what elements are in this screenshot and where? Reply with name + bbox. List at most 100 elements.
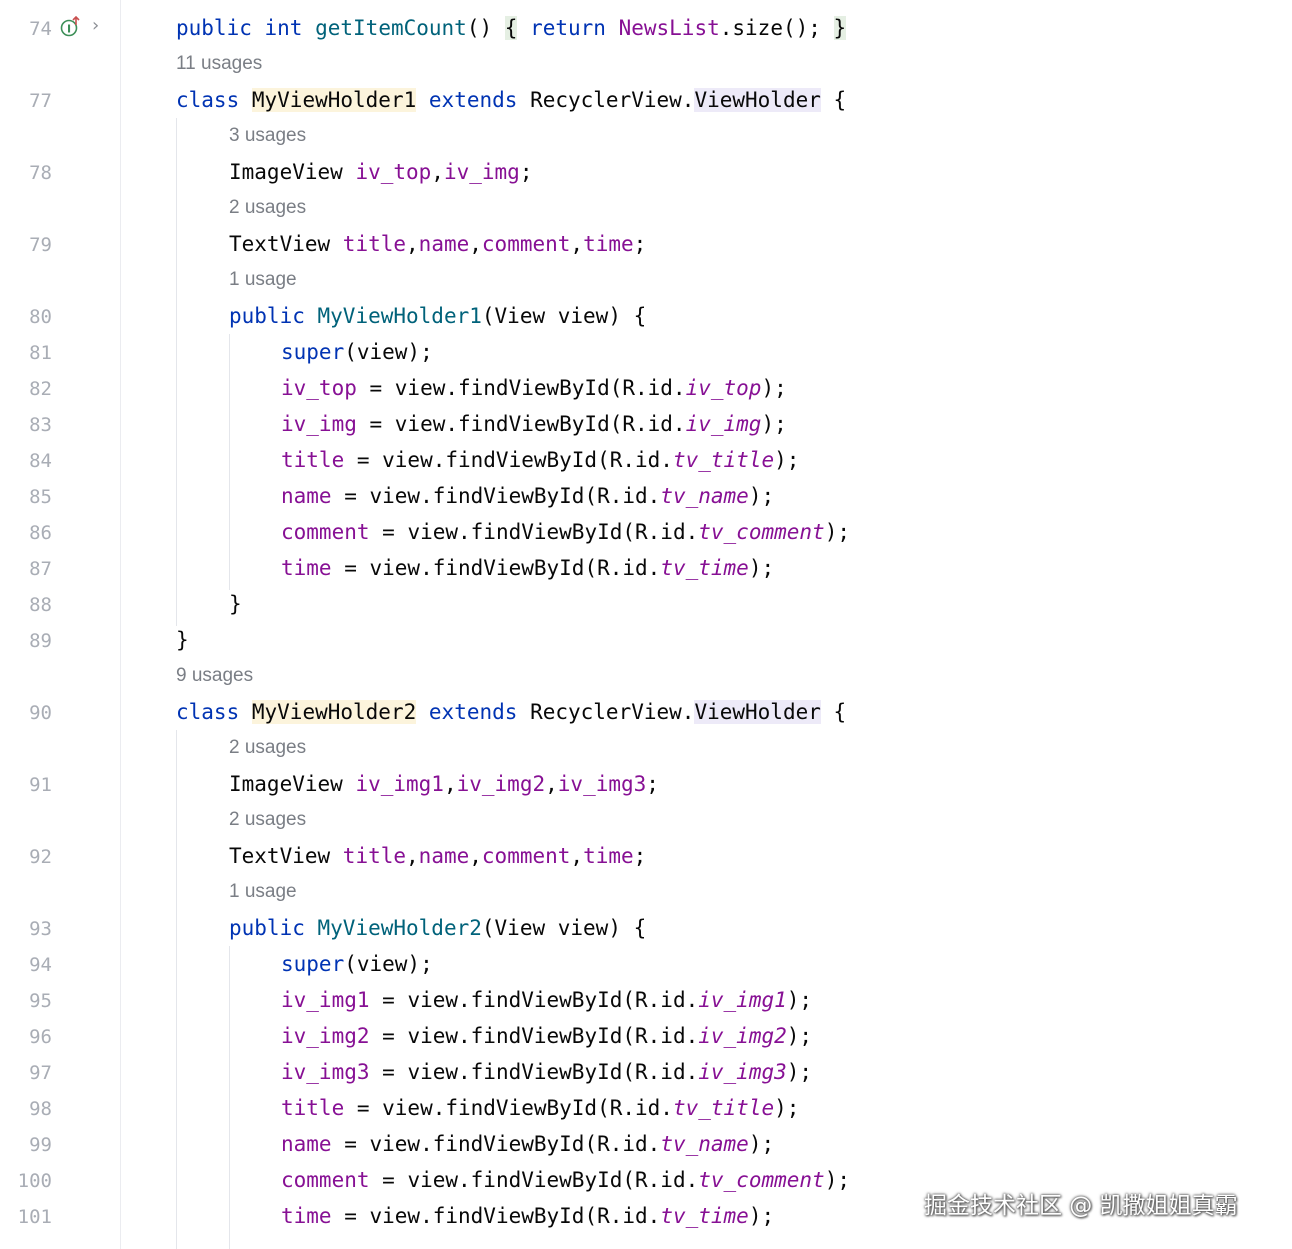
code-line-91[interactable]: ImageView iv_img1,iv_img2,iv_img3;	[229, 766, 659, 802]
usages-hint[interactable]: 2 usages	[229, 190, 306, 226]
field-ref: title	[342, 232, 407, 256]
code-line-84[interactable]: title = view.findViewById(R.id.tv_title)…	[281, 442, 799, 478]
field-ref: time	[583, 232, 634, 256]
keyword: public	[229, 916, 305, 940]
line-number: 84	[29, 450, 52, 472]
field-ref: name	[418, 844, 470, 868]
code-line-93[interactable]: public MyViewHolder2(View view) {	[229, 910, 646, 946]
keyword: int	[264, 16, 303, 40]
usages-hint[interactable]: 11 usages	[176, 46, 262, 82]
code-text: = view.findViewById(R.id.	[344, 448, 673, 472]
code-text: ,	[406, 232, 419, 256]
indent-guide	[176, 118, 177, 626]
code-line-81[interactable]: super(view);	[281, 334, 433, 370]
field-ref: iv_top	[281, 376, 357, 400]
line-number: 83	[29, 414, 52, 436]
code-line-101[interactable]: time = view.findViewById(R.id.tv_time);	[281, 1198, 774, 1234]
line-number: 90	[29, 702, 52, 724]
code-line-97[interactable]: iv_img3 = view.findViewById(R.id.iv_img3…	[281, 1054, 812, 1090]
keyword: class	[176, 88, 240, 112]
code-text: = view.findViewById(R.id.	[331, 484, 661, 508]
code-line-87[interactable]: time = view.findViewById(R.id.tv_time);	[281, 550, 774, 586]
resource-id: tv_time	[660, 1204, 749, 1228]
line-number: 78	[29, 162, 52, 184]
usages-hint[interactable]: 1 usage	[229, 874, 297, 910]
code-text: = view.findViewById(R.id.	[331, 556, 661, 580]
fold-brace[interactable]: {	[504, 16, 518, 40]
field-ref: title	[281, 1096, 345, 1120]
line-number-gutter[interactable]: 74 I › 77 78 79 80 81 82 83 84 85 86 87 …	[0, 0, 121, 1249]
implementation-icon[interactable]: I	[60, 15, 80, 37]
line-number: 91	[29, 774, 52, 796]
code-line-89[interactable]: }	[176, 622, 189, 658]
resource-id: tv_title	[672, 448, 775, 472]
code-text: ,	[570, 844, 584, 868]
code-text: (view);	[344, 952, 433, 976]
line-number: 94	[29, 954, 52, 976]
code-text: = view.findViewById(R.id.	[344, 1096, 673, 1120]
field-ref: name	[281, 1132, 332, 1156]
code-text: (View view) {	[481, 304, 647, 328]
resource-id: iv_top	[685, 376, 762, 400]
line-number: 85	[29, 486, 52, 508]
usages-hint[interactable]: 9 usages	[176, 658, 253, 694]
code-text: ,	[545, 772, 558, 796]
field-ref: iv_img2	[281, 1024, 370, 1048]
code-text: {	[833, 88, 847, 112]
field-ref: name	[418, 232, 470, 256]
resource-id: iv_img	[685, 412, 762, 436]
usages-hint[interactable]: 2 usages	[229, 802, 306, 838]
code-line-90[interactable]: class MyViewHolder2 extends RecyclerView…	[176, 694, 846, 730]
field-ref: title	[281, 448, 345, 472]
code-line-77[interactable]: class MyViewHolder1 extends RecyclerView…	[176, 82, 846, 118]
code-line-83[interactable]: iv_img = view.findViewById(R.id.iv_img);	[281, 406, 787, 442]
usages-hint[interactable]: 3 usages	[229, 118, 306, 154]
class-name: MyViewHolder1	[251, 88, 417, 112]
code-line-79[interactable]: TextView title,name,comment,time;	[229, 226, 646, 262]
code-line-96[interactable]: iv_img2 = view.findViewById(R.id.iv_img2…	[281, 1018, 812, 1054]
indent-guide	[229, 334, 230, 590]
code-line-99[interactable]: name = view.findViewById(R.id.tv_name);	[281, 1126, 774, 1162]
keyword: super	[281, 340, 345, 364]
code-text: );	[824, 1168, 850, 1192]
code-line-86[interactable]: comment = view.findViewById(R.id.tv_comm…	[281, 514, 850, 550]
code-line-95[interactable]: iv_img1 = view.findViewById(R.id.iv_img1…	[281, 982, 812, 1018]
code-line-98[interactable]: title = view.findViewById(R.id.tv_title)…	[281, 1090, 799, 1126]
line-number: 97	[29, 1062, 52, 1084]
code-line-85[interactable]: name = view.findViewById(R.id.tv_name);	[281, 478, 774, 514]
code-text: {	[833, 700, 847, 724]
usages-hint[interactable]: 1 usage	[229, 262, 297, 298]
method-name: getItemCount	[315, 16, 467, 40]
code-text: ,	[406, 844, 419, 868]
field-ref: iv_img1	[281, 988, 370, 1012]
code-text: );	[786, 1060, 813, 1084]
usages-hint[interactable]: 2 usages	[229, 730, 306, 766]
code-text: );	[774, 448, 800, 472]
line-number: 95	[29, 990, 52, 1012]
code-text: );	[748, 1204, 775, 1228]
code-line-80[interactable]: public MyViewHolder1(View view) {	[229, 298, 646, 334]
code-text: = view.findViewById(R.id.	[369, 520, 699, 544]
class-ref: ViewHolder	[694, 700, 821, 724]
keyword: public	[229, 304, 305, 328]
code-line-92[interactable]: TextView title,name,comment,time;	[229, 838, 646, 874]
keyword: super	[281, 952, 345, 976]
code-line-74[interactable]: public int getItemCount() { return NewsL…	[176, 10, 847, 46]
code-line-94[interactable]: super(view);	[281, 946, 433, 982]
code-text: ,	[443, 772, 457, 796]
line-number: 82	[29, 378, 52, 400]
code-editor[interactable]: 74 I › 77 78 79 80 81 82 83 84 85 86 87 …	[0, 0, 1292, 1249]
code-text: = view.findViewById(R.id.	[356, 412, 686, 436]
field-ref: NewsList	[618, 16, 720, 40]
code-text: );	[761, 376, 787, 400]
code-line-88[interactable]: }	[229, 586, 242, 622]
code-text: = view.findViewById(R.id.	[369, 1024, 699, 1048]
code-text: = view.findViewById(R.id.	[369, 1168, 699, 1192]
chevron-right-icon[interactable]: ›	[92, 15, 99, 36]
code-line-82[interactable]: iv_top = view.findViewById(R.id.iv_top);	[281, 370, 787, 406]
fold-brace[interactable]: }	[833, 16, 847, 40]
code-line-100[interactable]: comment = view.findViewById(R.id.tv_comm…	[281, 1162, 850, 1198]
code-line-78[interactable]: ImageView iv_top,iv_img;	[229, 154, 532, 190]
line-number: 88	[29, 594, 52, 616]
field-ref: iv_img	[443, 160, 520, 184]
